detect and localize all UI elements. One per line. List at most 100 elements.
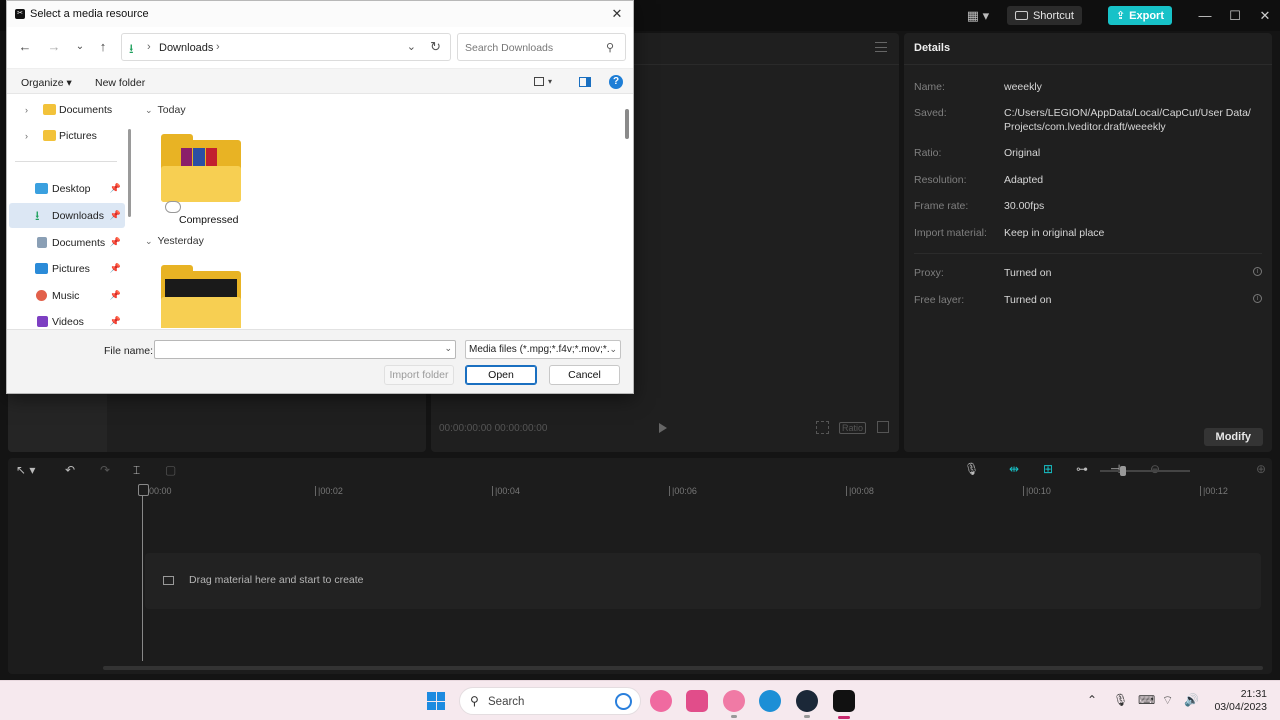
timeline-ruler[interactable]: 00:00 |00:02 |00:04 |00:06 |00:08 |00:10… <box>141 484 1266 502</box>
pin-icon[interactable]: 📌 <box>110 263 121 274</box>
up-icon[interactable]: ↑ <box>94 38 112 56</box>
taskbar-app-capcut-icon[interactable] <box>833 690 855 719</box>
main-track-dropzone[interactable]: Drag material here and start to create <box>145 553 1261 609</box>
bing-icon[interactable] <box>615 693 632 710</box>
open-button[interactable]: Open <box>465 365 537 385</box>
chevron-down-icon[interactable]: ⌄ <box>407 40 416 53</box>
microphone-icon[interactable]: 🎙 <box>964 462 979 476</box>
volume-icon[interactable]: 🔊 <box>1184 693 1199 707</box>
pin-icon[interactable]: 📌 <box>110 290 121 301</box>
fit-screen-icon[interactable] <box>816 421 829 434</box>
recent-locations-icon[interactable]: ⌄ <box>71 38 89 56</box>
select-tool-icon[interactable]: ↖ ▾ <box>16 463 35 477</box>
sidebar-item-pictures[interactable]: Pictures 📌 <box>9 256 125 281</box>
zoom-slider[interactable] <box>1100 466 1190 476</box>
zoom-in-icon[interactable]: ⊕ <box>1256 462 1266 476</box>
help-icon[interactable]: ? <box>609 75 623 89</box>
folder-yesterday[interactable] <box>161 265 241 328</box>
wifi-icon[interactable]: ⌔ <box>1162 693 1173 708</box>
organize-button[interactable]: Organize ▾ <box>21 77 72 89</box>
ratio-button[interactable]: Ratio <box>838 422 866 434</box>
file-type-select[interactable]: Media files (*.mpg;*.f4v;*.mov;*. ⌄ <box>465 340 621 359</box>
taskbar-app-steam-icon[interactable] <box>796 690 818 718</box>
detail-row-proxy: Proxy: Turned on <box>914 266 1264 280</box>
sidebar-scrollbar[interactable] <box>128 129 131 217</box>
chevron-down-icon[interactable]: ⌄ <box>609 344 617 355</box>
export-button[interactable]: ⇪ Export <box>1107 6 1172 25</box>
group-header-yesterday[interactable]: ⌄ Yesterday <box>145 235 204 247</box>
redo-icon[interactable]: ↷ <box>100 463 110 477</box>
chevron-down-icon[interactable]: ⌄ <box>145 236 153 247</box>
tray-overflow-icon[interactable]: ⌃ <box>1087 693 1097 707</box>
forward-icon[interactable]: → <box>45 38 63 56</box>
layout-icon[interactable]: ▦ ▾ <box>963 6 993 26</box>
sidebar-item-documents[interactable]: Documents 📌 <box>9 230 125 255</box>
sidebar-item-label: Documents <box>52 236 106 249</box>
refresh-icon[interactable]: ↻ <box>430 39 441 55</box>
detail-row-import-material: Import material: Keep in original place <box>914 226 1264 240</box>
view-mode-icon[interactable] <box>534 77 544 86</box>
sidebar-item-pictures-tree[interactable]: › Pictures <box>9 123 125 148</box>
cancel-button[interactable]: Cancel <box>549 365 620 385</box>
chevron-right-icon[interactable]: › <box>25 105 28 115</box>
import-folder-button[interactable]: Import folder <box>384 365 454 385</box>
link-icon[interactable]: ⊶ <box>1076 462 1088 476</box>
shortcut-button[interactable]: Shortcut <box>1006 6 1082 25</box>
track-hint: Drag material here and start to create <box>189 574 364 586</box>
chevron-right-icon[interactable]: › <box>25 131 28 141</box>
delete-icon[interactable]: ▢ <box>165 463 176 477</box>
taskbar-app-chat-icon[interactable] <box>723 690 745 718</box>
sidebar-item-desktop[interactable]: Desktop 📌 <box>9 176 125 201</box>
pin-icon[interactable]: 📌 <box>110 210 121 221</box>
preview-axis-icon[interactable]: ⊣ <box>1110 462 1120 476</box>
chevron-down-icon[interactable]: ⌄ <box>444 343 452 354</box>
back-icon[interactable]: ← <box>16 38 34 56</box>
pin-icon[interactable]: 📌 <box>110 316 121 327</box>
taskbar-app-edge-icon[interactable] <box>759 690 781 712</box>
info-icon[interactable]: i <box>1253 267 1262 276</box>
modify-button[interactable]: Modify <box>1203 428 1263 446</box>
sidebar-item-downloads[interactable]: ⭳ Downloads 📌 <box>9 203 125 228</box>
sidebar-item-music[interactable]: Music 📌 <box>9 283 125 308</box>
address-bar[interactable]: ⭳ › Downloads › ⌄ ↻ <box>121 33 451 61</box>
chevron-down-icon[interactable]: ⌄ <box>145 105 153 116</box>
file-list-scrollbar[interactable] <box>625 109 629 139</box>
pin-icon[interactable]: 📌 <box>110 183 121 194</box>
chevron-right-icon[interactable]: › <box>147 41 151 53</box>
folder-compressed[interactable] <box>161 134 241 206</box>
preview-pane-icon[interactable] <box>579 77 591 87</box>
undo-icon[interactable]: ↶ <box>65 463 75 477</box>
main-track-magnet-icon[interactable]: ⇹ <box>1009 462 1019 476</box>
taskbar-app-paint-icon[interactable] <box>650 690 672 712</box>
zoom-slider-knob[interactable] <box>1120 466 1126 476</box>
windows-start-icon[interactable] <box>427 692 445 710</box>
taskbar-clock[interactable]: 21:31 03/04/2023 <box>1207 688 1267 714</box>
playhead[interactable] <box>138 484 149 661</box>
menu-icon[interactable] <box>875 42 887 52</box>
running-indicator <box>731 715 737 718</box>
zoom-out-icon[interactable]: ⊖ <box>1150 462 1160 476</box>
microphone-icon[interactable]: 🎙 <box>1113 693 1128 707</box>
group-header-today[interactable]: ⌄ Today <box>145 104 186 116</box>
timeline-scrollbar[interactable] <box>103 666 1263 670</box>
close-app-button[interactable]: ✕ <box>1250 0 1280 31</box>
search-downloads-input[interactable]: Search Downloads ⚲ <box>457 33 626 61</box>
chevron-right-icon[interactable]: › <box>216 41 220 53</box>
taskbar-app-clipchamp-icon[interactable] <box>686 690 708 712</box>
minimize-button[interactable]: — <box>1190 0 1220 31</box>
auto-snap-icon[interactable]: ⊞ <box>1043 462 1053 476</box>
file-name-input[interactable]: ⌄ <box>154 340 456 359</box>
info-icon[interactable]: i <box>1253 294 1262 303</box>
split-icon[interactable]: ⌶ <box>133 463 140 478</box>
fullscreen-icon[interactable] <box>877 421 889 433</box>
dialog-close-button[interactable]: ✕ <box>607 4 627 24</box>
keyboard-icon[interactable]: ⌨ <box>1138 693 1155 707</box>
sidebar-item-documents-tree[interactable]: › Documents <box>9 97 125 122</box>
sidebar-item-videos[interactable]: Videos 📌 <box>9 309 125 328</box>
new-folder-button[interactable]: New folder <box>95 77 145 89</box>
pin-icon[interactable]: 📌 <box>110 237 121 248</box>
play-icon[interactable] <box>659 423 667 433</box>
maximize-button[interactable]: ☐ <box>1220 0 1250 31</box>
taskbar-search[interactable]: ⚲ Search <box>459 687 641 715</box>
chevron-down-icon[interactable]: ▾ <box>548 77 552 86</box>
